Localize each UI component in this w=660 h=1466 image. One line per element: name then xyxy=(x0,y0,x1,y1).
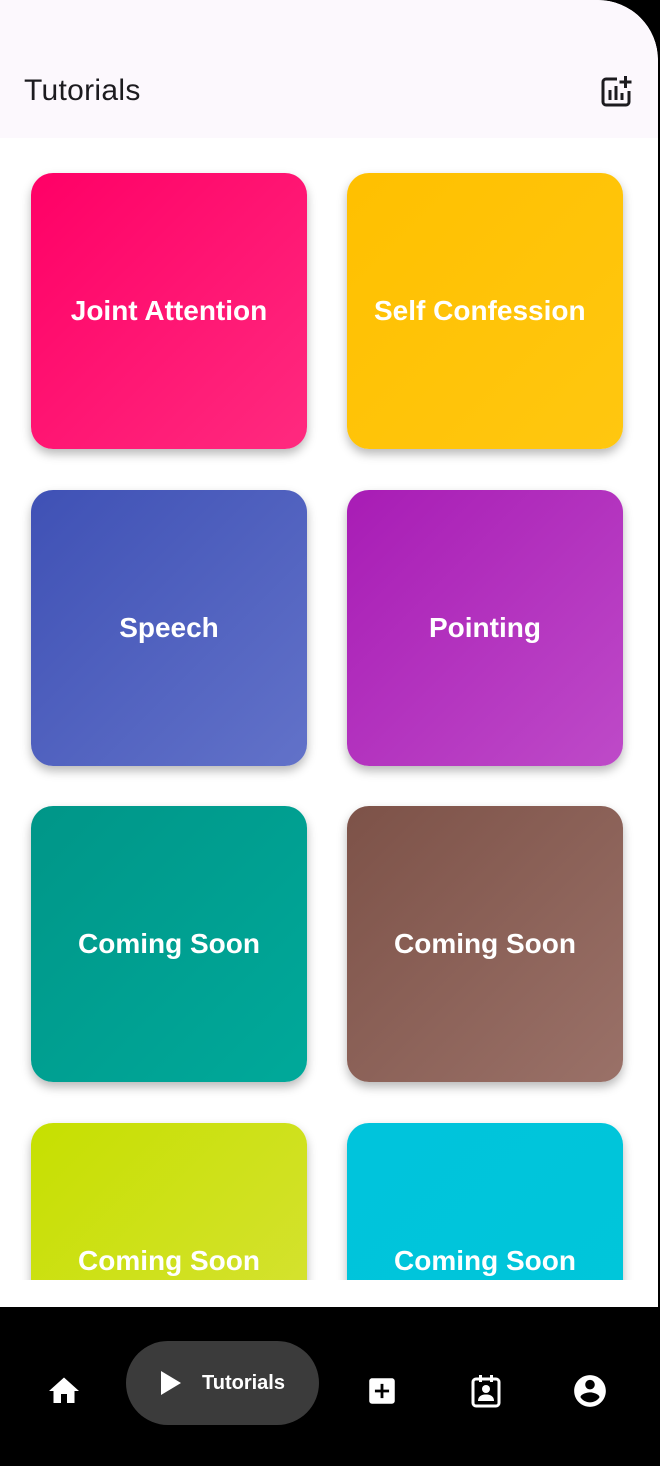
nav-home[interactable] xyxy=(38,1365,90,1417)
tile-label: Coming Soon xyxy=(78,928,260,959)
home-icon xyxy=(49,1377,79,1403)
tile-coming-soon[interactable]: Coming Soon xyxy=(347,1123,623,1280)
screen: Tutorials Joint Attention Self Confessio… xyxy=(0,0,658,1307)
add-box-icon xyxy=(369,1378,395,1404)
tile-speech[interactable]: Speech xyxy=(31,490,307,766)
tile-label: Coming Soon xyxy=(394,1245,576,1276)
tile-label: Self Confession xyxy=(374,295,586,326)
nav-add[interactable] xyxy=(356,1365,408,1417)
nav-tutorials-label: Tutorials xyxy=(202,1371,285,1394)
tile-label: Joint Attention xyxy=(70,295,268,326)
tile-pointing[interactable]: Pointing xyxy=(347,490,623,766)
nav-tutorials[interactable]: Tutorials xyxy=(126,1341,319,1425)
tile-self-confession[interactable]: Self Confession xyxy=(347,173,623,449)
page-title: Tutorials xyxy=(24,74,141,107)
tile-coming-soon[interactable]: Coming Soon xyxy=(347,806,623,1082)
nav-contacts[interactable] xyxy=(460,1365,512,1417)
analytics-add-button[interactable] xyxy=(596,72,636,112)
tile-label: Coming Soon xyxy=(394,928,576,959)
analytics-add-icon xyxy=(601,76,632,107)
app-bar: Tutorials xyxy=(0,0,658,138)
contact-calendar-icon xyxy=(471,1375,501,1408)
phone-frame: Tutorials Joint Attention Self Confessio… xyxy=(0,0,658,1466)
tile-label: Speech xyxy=(119,612,219,643)
tile-label: Coming Soon xyxy=(78,1245,260,1276)
nav-profile[interactable] xyxy=(564,1365,616,1417)
tile-joint-attention[interactable]: Joint Attention xyxy=(31,173,307,449)
tile-coming-soon[interactable]: Coming Soon xyxy=(31,1123,307,1280)
tile-label: Pointing xyxy=(429,612,541,643)
account-circle-icon xyxy=(574,1375,606,1407)
nav-pill-icon-wrap xyxy=(156,1369,184,1397)
tile-coming-soon[interactable]: Coming Soon xyxy=(31,806,307,1082)
play-icon xyxy=(161,1371,181,1395)
bottom-navigation: Tutorials xyxy=(0,1307,658,1466)
tutorial-grid: Joint Attention Self Confession Speech P… xyxy=(0,138,658,1280)
